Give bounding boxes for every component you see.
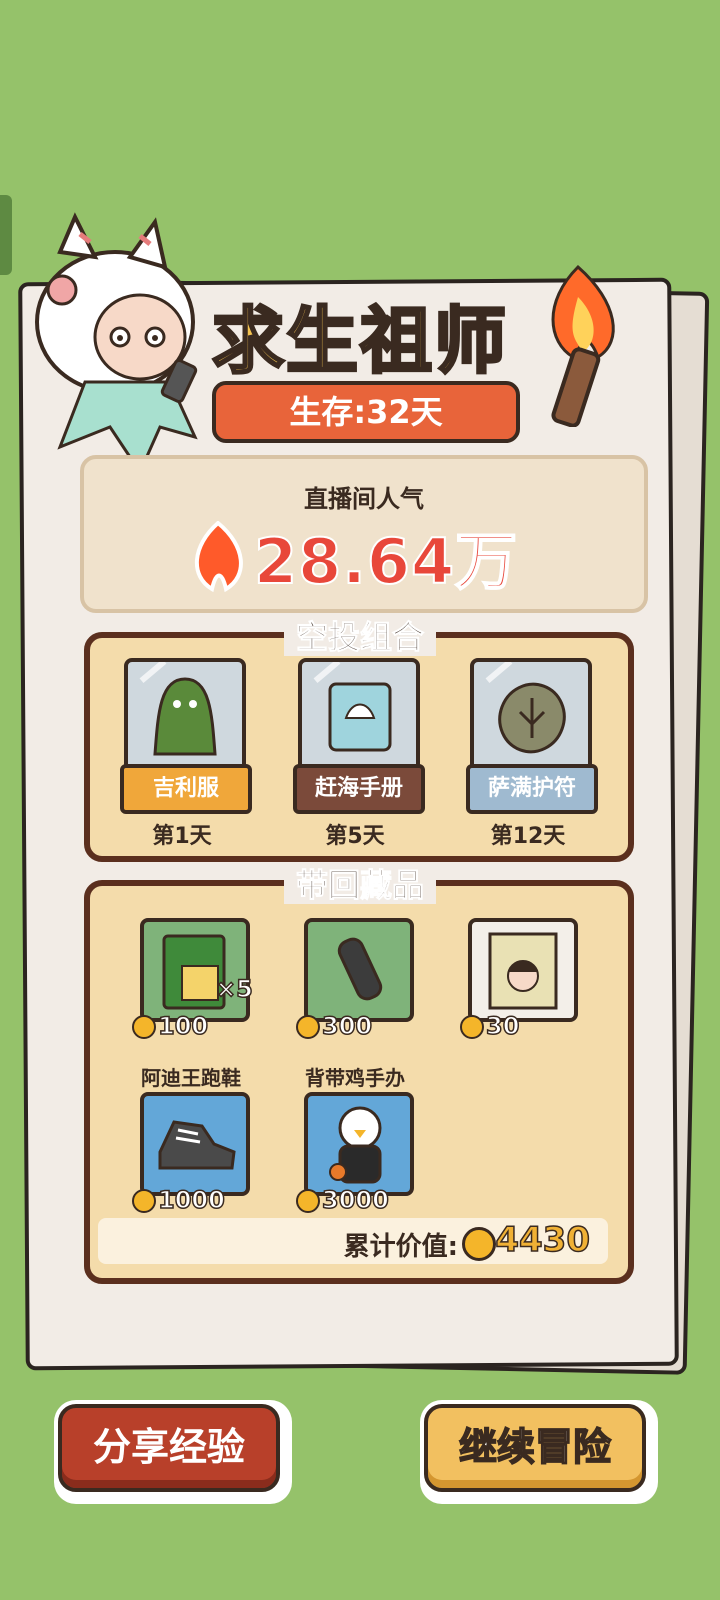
- page-title: 求生祖师: [210, 298, 508, 385]
- side-edge-tab[interactable]: [0, 195, 12, 275]
- ghillie-suit-card[interactable]: [124, 658, 246, 774]
- collection-name-5: 背带鸡手办: [305, 1066, 405, 1090]
- amulet-icon: [498, 682, 566, 754]
- total-label: 累计价值:: [343, 1232, 458, 1262]
- airdrop-title: 空投组合: [0, 612, 720, 658]
- coin-icon: [296, 1015, 320, 1039]
- collection-price-1: 100: [132, 1011, 209, 1041]
- coin-icon: [462, 1227, 496, 1261]
- survival-days-badge: 生存:32天: [212, 381, 520, 443]
- collection-qty-1: ×5: [215, 974, 253, 1004]
- share-button[interactable]: 分享经验: [58, 1404, 280, 1492]
- chicken-figure-icon: [329, 1106, 382, 1184]
- collection-item-1[interactable]: [140, 918, 250, 1022]
- coin-icon: [460, 1015, 484, 1039]
- collection-price-4: 1000: [132, 1185, 226, 1215]
- collection-price-2: 300: [296, 1011, 373, 1041]
- flame-icon: [195, 521, 243, 593]
- device-icon: [337, 937, 383, 1001]
- popularity-box: 直播间人气 28.64万: [80, 455, 648, 613]
- collection-item-2[interactable]: [304, 918, 414, 1022]
- total-value: 4430: [495, 1219, 591, 1261]
- share-button-frame: 分享经验: [54, 1400, 292, 1504]
- airdrop-label-1: 吉利服: [120, 764, 252, 814]
- coin-icon: [132, 1189, 156, 1213]
- airdrop-label-3: 萨满护符: [466, 764, 598, 814]
- popularity-label: 直播间人气: [304, 485, 424, 513]
- ghillie-suit-icon: [153, 677, 217, 756]
- airdrop-day-2: 第5天: [325, 824, 385, 849]
- shaman-amulet-card[interactable]: [470, 658, 592, 774]
- collection-price-3: 30: [460, 1011, 520, 1041]
- airdrop-day-1: 第1天: [152, 824, 212, 849]
- collection-item-3[interactable]: [468, 918, 578, 1022]
- collection-title: 带回藏品: [0, 860, 720, 906]
- coin-icon: [132, 1015, 156, 1039]
- total-value-bar: 累计价值: 4430: [98, 1218, 608, 1264]
- airdrop-label-2: 赶海手册: [293, 764, 425, 814]
- manual-book-icon: [328, 682, 392, 752]
- coin-icon: [296, 1189, 320, 1213]
- collection-name-4: 阿迪王跑鞋: [141, 1066, 241, 1090]
- continue-button-frame: 继续冒险: [420, 1400, 658, 1504]
- beachcombing-manual-card[interactable]: [298, 658, 420, 774]
- continue-button[interactable]: 继续冒险: [424, 1404, 646, 1492]
- sneaker-icon: [158, 1120, 236, 1170]
- collection-price-5: 3000: [296, 1185, 390, 1215]
- airdrop-day-3: 第12天: [490, 824, 566, 849]
- popularity-value: 28.64万: [253, 524, 519, 599]
- poster-icon: [488, 932, 558, 1010]
- collection-item-4[interactable]: [140, 1092, 250, 1196]
- collection-item-5[interactable]: [304, 1092, 414, 1196]
